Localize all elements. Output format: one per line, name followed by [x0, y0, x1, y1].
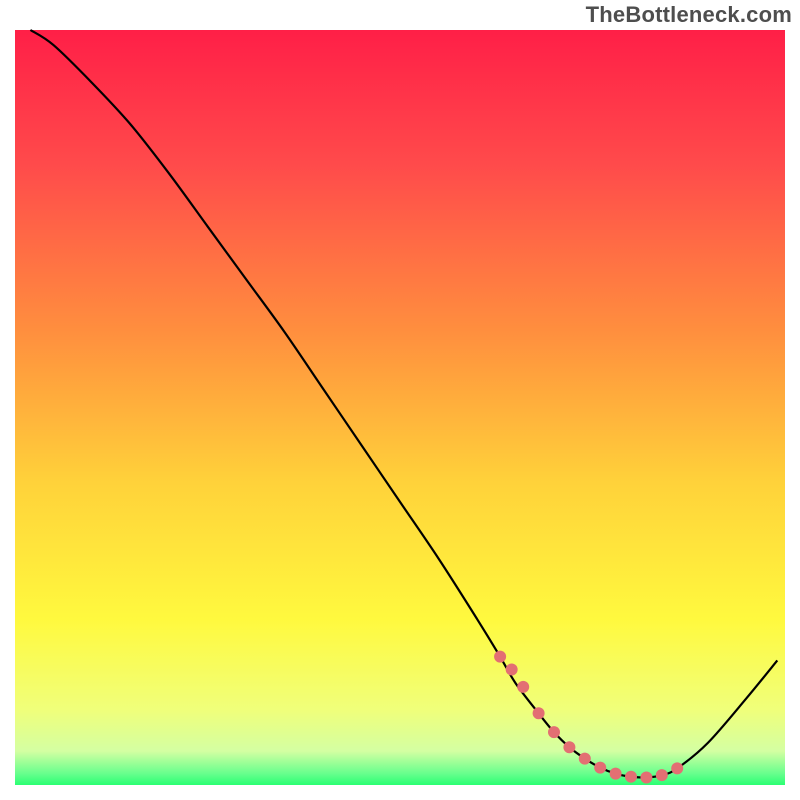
highlight-marker — [506, 663, 518, 675]
highlight-marker — [625, 771, 637, 783]
highlight-marker — [533, 707, 545, 719]
highlight-marker — [656, 769, 668, 781]
highlight-marker — [548, 726, 560, 738]
highlight-marker — [579, 753, 591, 765]
highlight-marker — [671, 762, 683, 774]
gradient-background — [15, 30, 785, 785]
highlight-marker — [494, 651, 506, 663]
highlight-marker — [517, 681, 529, 693]
highlight-marker — [563, 741, 575, 753]
bottleneck-chart: TheBottleneck.com — [0, 0, 800, 800]
highlight-marker — [610, 768, 622, 780]
chart-svg — [0, 0, 800, 800]
highlight-marker — [640, 771, 652, 783]
highlight-marker — [594, 762, 606, 774]
